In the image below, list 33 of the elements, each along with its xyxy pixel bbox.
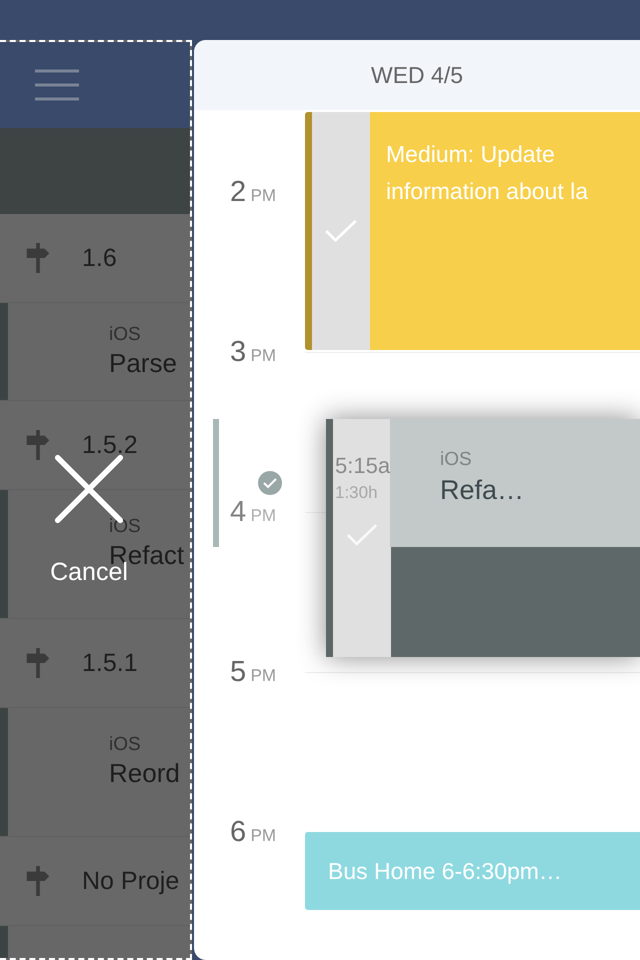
- signpost-icon: [26, 430, 50, 460]
- day-label: WED 4/5: [370, 62, 464, 88]
- task-title: Parse: [109, 348, 177, 379]
- task-row[interactable]: iOS Parse: [0, 303, 190, 401]
- menu-icon[interactable]: [35, 69, 79, 101]
- task-title: Reord: [109, 758, 180, 789]
- event-title: Bus Home 6-6:30pm…: [327, 858, 562, 884]
- event-title: Medium: Update information about la: [385, 140, 590, 206]
- event-title: Refa…: [440, 475, 526, 506]
- dragged-event[interactable]: iOS Refa… 5:15a 1:30h: [326, 419, 640, 657]
- signpost-icon: [26, 648, 50, 678]
- signpost-icon: [26, 866, 50, 896]
- signpost-icon: [26, 243, 50, 273]
- start-time: 5:15a: [335, 453, 390, 479]
- hour-label: 6 PM: [229, 816, 278, 848]
- project-label: iOS: [109, 324, 142, 346]
- duration-label: 1:30h: [335, 483, 379, 503]
- milestone-title: 1.6: [82, 244, 117, 272]
- task-event[interactable]: Medium: Update information about la: [305, 112, 640, 350]
- milestone-title: No Proje: [82, 866, 180, 896]
- task-row[interactable]: iOS Reord: [0, 708, 190, 837]
- hour-label: 2 PM: [229, 176, 278, 208]
- check-icon[interactable]: [346, 523, 378, 547]
- hour-label: 5 PM: [229, 656, 278, 688]
- milestone-title: 1.5.2: [82, 430, 138, 460]
- check-icon[interactable]: [324, 219, 358, 243]
- hour-label: 4 PM: [229, 496, 278, 528]
- project-label: iOS: [109, 734, 142, 756]
- task-stripe: [0, 926, 8, 958]
- milestone-title: 1.5.1: [82, 648, 138, 678]
- project-label: iOS: [440, 449, 473, 471]
- calendar-event[interactable]: Bus Home 6-6:30pm…: [305, 832, 640, 910]
- hour-label: 3 PM: [229, 336, 278, 368]
